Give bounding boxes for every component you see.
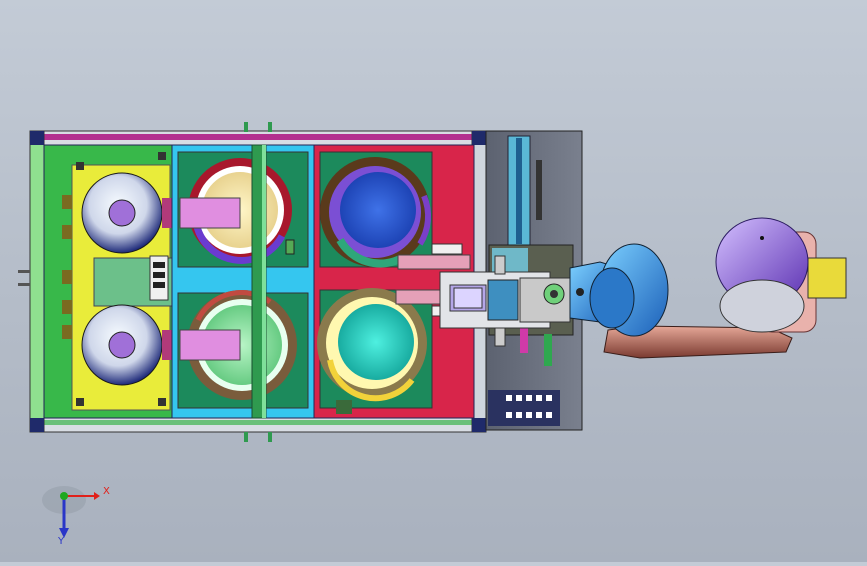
y-axis-label: Y (58, 536, 65, 547)
z-axis-dot (60, 492, 68, 500)
x-axis-label: X (103, 486, 110, 497)
orientation-triad: X Y (40, 480, 120, 550)
x-axis-arrow (94, 492, 100, 500)
cyan-feeder-module (171, 144, 315, 419)
green-base-plate (43, 144, 178, 419)
robot-arm (569, 217, 847, 359)
cad-viewport[interactable] (0, 0, 867, 562)
assembly-drawing (18, 122, 847, 442)
